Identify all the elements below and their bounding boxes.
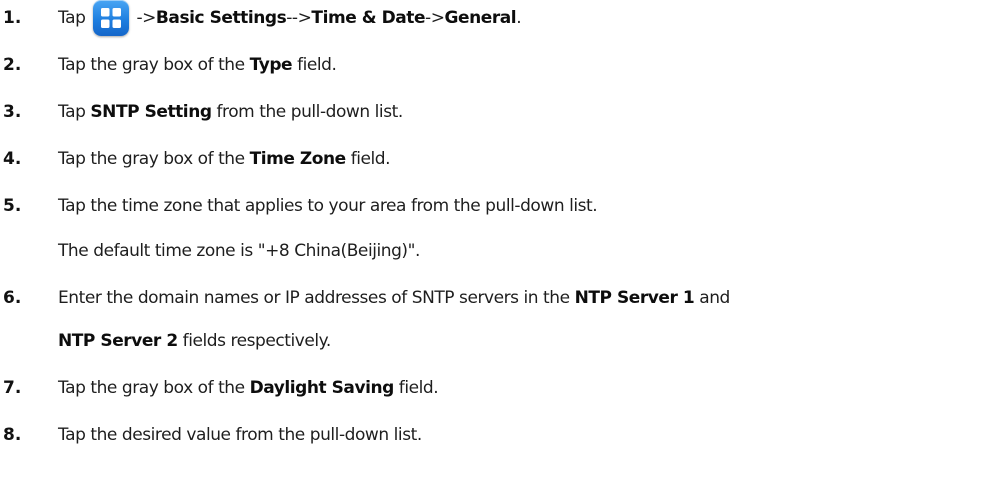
step-text-fragment: Enter the domain names or IP addresses o… — [58, 288, 575, 308]
step-number: 7. — [3, 378, 22, 398]
step-number: 3. — [3, 102, 22, 122]
step-text-fragment: Tap the time zone that applies to your a… — [58, 196, 598, 216]
step-text-fragment: . — [516, 8, 522, 28]
step-number: 8. — [3, 425, 22, 445]
step-6: 6. Enter the domain names or IP addresse… — [0, 283, 993, 313]
step-3: 3. Tap SNTP Setting from the pull-down l… — [0, 97, 993, 127]
field-name-ntp-server-2: NTP Server 2 — [58, 331, 178, 351]
step-text-fragment: Tap — [58, 102, 91, 122]
field-name-ntp-server-1: NTP Server 1 — [574, 288, 695, 308]
field-name-time-zone: Time Zone — [249, 149, 347, 169]
step-text: Tap the desired value from the pull-down… — [58, 425, 422, 445]
step-text-fragment: and — [694, 288, 730, 308]
field-name-type: Type — [249, 55, 293, 75]
step-text: Tap the gray box of the Daylight Saving … — [58, 378, 439, 398]
apps-menu-icon — [93, 0, 130, 36]
step-text-fragment: fields respectively. — [177, 331, 332, 351]
step-text-fragment: --> — [286, 8, 312, 28]
step-note-text: The default time zone is "+8 China(Beiji… — [58, 241, 420, 261]
field-name-daylight-saving: Daylight Saving — [249, 378, 395, 398]
step-text: Tap -> Basic Settings --> Time & Date ->… — [58, 0, 522, 36]
step-text: NTP Server 2 fields respectively. — [58, 331, 331, 351]
step-5: 5. Tap the time zone that applies to you… — [0, 191, 993, 221]
menu-path-general: General — [444, 8, 517, 28]
step-text: Enter the domain names or IP addresses o… — [58, 288, 730, 308]
menu-path-time-date: Time & Date — [311, 8, 426, 28]
menu-path-basic-settings: Basic Settings — [155, 8, 287, 28]
step-text-fragment: Tap — [58, 8, 86, 28]
step-text-fragment: field. — [393, 378, 439, 398]
step-text-fragment: field. — [345, 149, 391, 169]
step-text-fragment: -> — [136, 8, 156, 28]
step-text-fragment: Tap the gray box of the — [58, 149, 250, 169]
step-text: Tap the gray box of the Time Zone field. — [58, 149, 391, 169]
step-text-fragment: from the pull-down list. — [211, 102, 404, 122]
step-number: 4. — [3, 149, 22, 169]
step-number: 6. — [3, 288, 22, 308]
step-1: 1. Tap -> Basic Settings --> Time & Date… — [0, 0, 993, 36]
step-text-fragment: field. — [292, 55, 337, 75]
step-7: 7. Tap the gray box of the Daylight Savi… — [0, 373, 993, 403]
step-5-note: The default time zone is "+8 China(Beiji… — [0, 236, 993, 266]
step-4: 4. Tap the gray box of the Time Zone fie… — [0, 144, 993, 174]
step-text: Tap SNTP Setting from the pull-down list… — [58, 102, 403, 122]
step-number: 1. — [3, 8, 22, 28]
step-text: Tap the time zone that applies to your a… — [58, 196, 598, 216]
step-text-fragment: Tap the desired value from the pull-down… — [58, 425, 422, 445]
step-6-continuation: NTP Server 2 fields respectively. — [0, 326, 993, 356]
step-text-fragment: Tap the gray box of the — [58, 55, 250, 75]
step-number: 5. — [3, 196, 22, 216]
step-8: 8. Tap the desired value from the pull-d… — [0, 420, 993, 450]
step-text-fragment: -> — [425, 8, 445, 28]
option-name-sntp-setting: SNTP Setting — [90, 102, 212, 122]
step-number: 2. — [3, 55, 22, 75]
step-text-fragment: Tap the gray box of the — [58, 378, 250, 398]
step-text: Tap the gray box of the Type field. — [58, 55, 337, 75]
step-2: 2. Tap the gray box of the Type field. — [0, 50, 993, 80]
